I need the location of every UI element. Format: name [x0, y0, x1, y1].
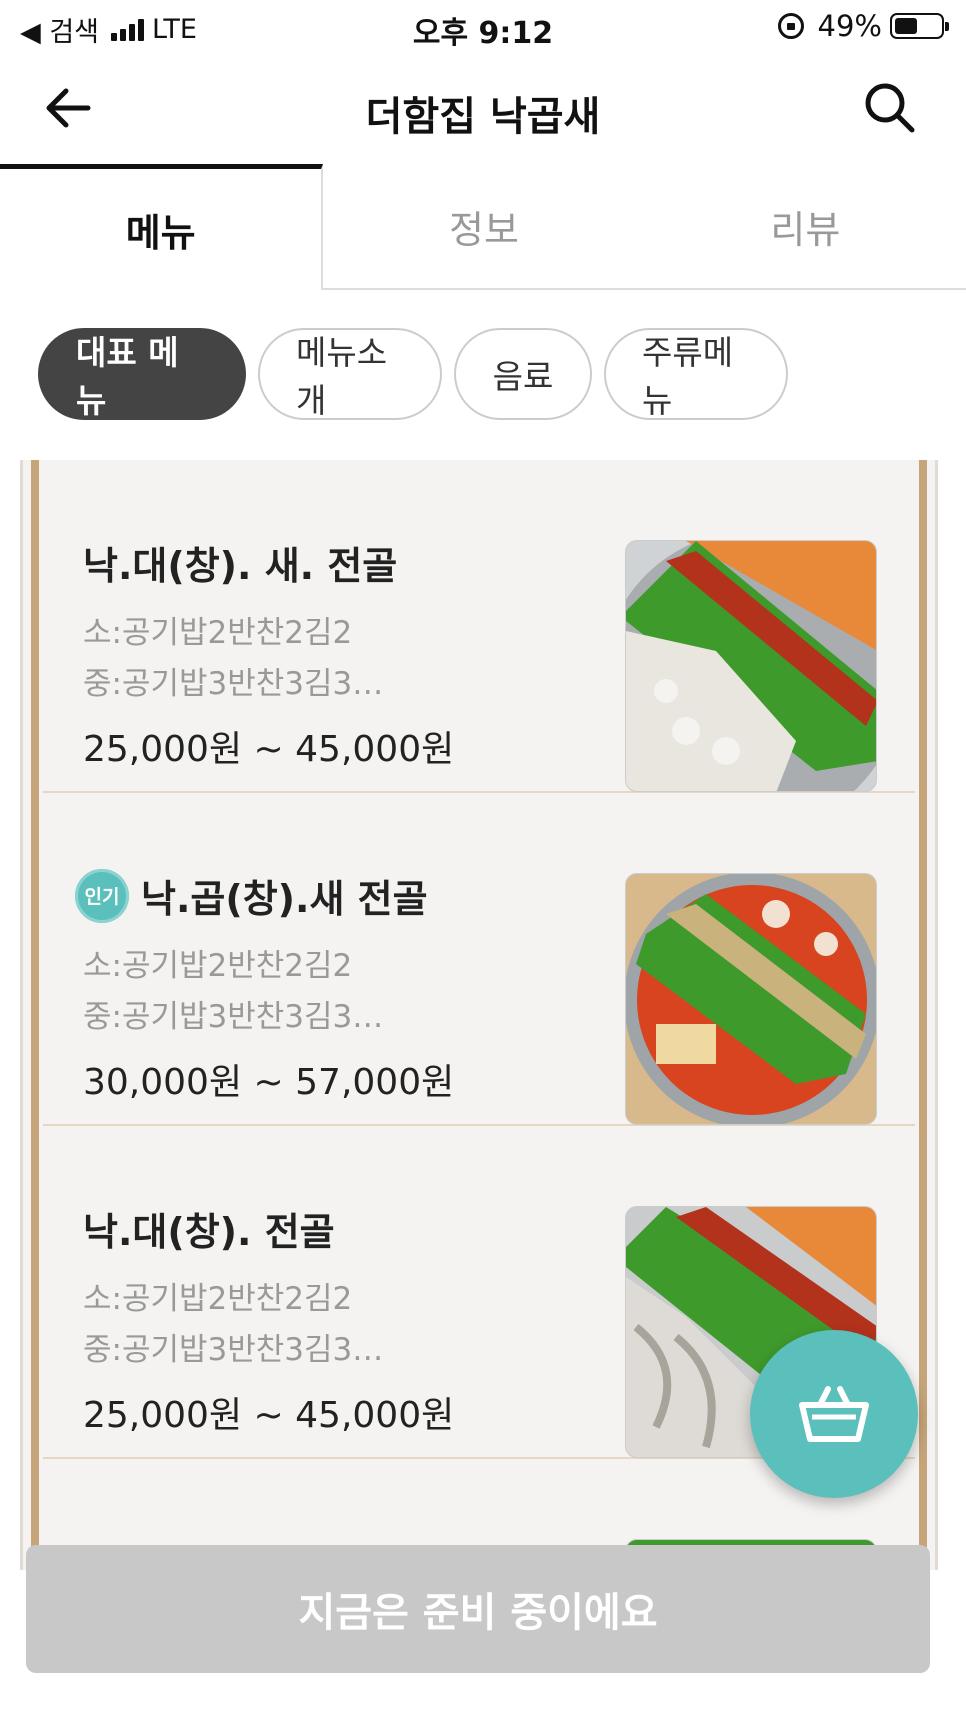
app-header: 더함집 낙곱새: [0, 54, 966, 164]
status-bar: ◀ 검색 LTE 오후 9:12 49%: [0, 0, 966, 54]
menu-item-desc: 중:공기밥3반찬3김3…: [83, 1332, 384, 1368]
panel-border-right: [919, 460, 927, 1570]
battery-percent: 49%: [817, 9, 882, 43]
menu-item-name: 낙.대(창). 전골: [83, 1210, 335, 1254]
menu-item-name: 낙.대(창). 새. 전골: [83, 544, 398, 588]
menu-item-name: 낙.곱(창).새 전골: [141, 877, 428, 921]
menu-item[interactable]: 인기 낙.곱(창).새 전골 소:공기밥2반찬2김2 중:공기밥3반찬3김3… …: [43, 793, 915, 1126]
tab-bar: 메뉴 정보 리뷰: [0, 164, 966, 290]
menu-item-photo: [625, 540, 877, 792]
cart-button[interactable]: [750, 1330, 918, 1498]
menu-item[interactable]: 낙.대(창). 새. 전골 소:공기밥2반찬2김2 중:공기밥3반찬3김3… 2…: [43, 460, 915, 793]
panel-border-left: [31, 460, 39, 1570]
order-status-button[interactable]: 지금은 준비 중이에요: [26, 1545, 930, 1673]
menu-item-price: 25,000원 ~ 45,000원: [83, 729, 455, 770]
chip-drinks[interactable]: 음료: [454, 328, 592, 420]
menu-item-price: 30,000원 ~ 57,000원: [83, 1062, 455, 1103]
rotation-lock-icon: [777, 13, 804, 39]
menu-item-desc: 소:공기밥2반찬2김2: [83, 615, 353, 651]
tab-reviews[interactable]: 리뷰: [644, 164, 966, 290]
menu-item-name-row: 낙.대(창). 전골: [83, 1201, 335, 1256]
tab-info[interactable]: 정보: [323, 164, 645, 290]
basket-icon: [799, 1386, 869, 1442]
menu-item-price: 25,000원 ~ 45,000원: [83, 1395, 455, 1436]
popular-badge: 인기: [75, 868, 129, 923]
menu-item-desc: 소:공기밥2반찬2김2: [83, 1281, 353, 1317]
search-button[interactable]: [862, 80, 918, 136]
chip-menu-intro[interactable]: 메뉴소개: [258, 328, 442, 420]
tab-menu[interactable]: 메뉴: [0, 164, 324, 290]
chip-signature-menu[interactable]: 대표 메뉴: [38, 328, 246, 420]
menu-item-photo: [625, 873, 877, 1125]
menu-item-name-row: 낙.대(창). 새. 전골: [83, 535, 397, 590]
chip-alcohol-menu[interactable]: 주류메뉴: [604, 328, 788, 420]
menu-item-desc: 중:공기밥3반찬3김3…: [83, 999, 384, 1035]
category-chips: 대표 메뉴 메뉴소개 음료 주류메뉴: [38, 328, 788, 420]
menu-item-name-row: 인기 낙.곱(창).새 전골: [75, 868, 428, 923]
battery-icon: [890, 13, 949, 39]
search-icon: [865, 83, 915, 133]
menu-item-desc: 중:공기밥3반찬3김3…: [83, 666, 384, 702]
page-title: 더함집 낙곱새: [365, 94, 601, 140]
status-right: 49%: [777, 9, 949, 43]
menu-item-desc: 소:공기밥2반찬2김2: [83, 948, 353, 984]
